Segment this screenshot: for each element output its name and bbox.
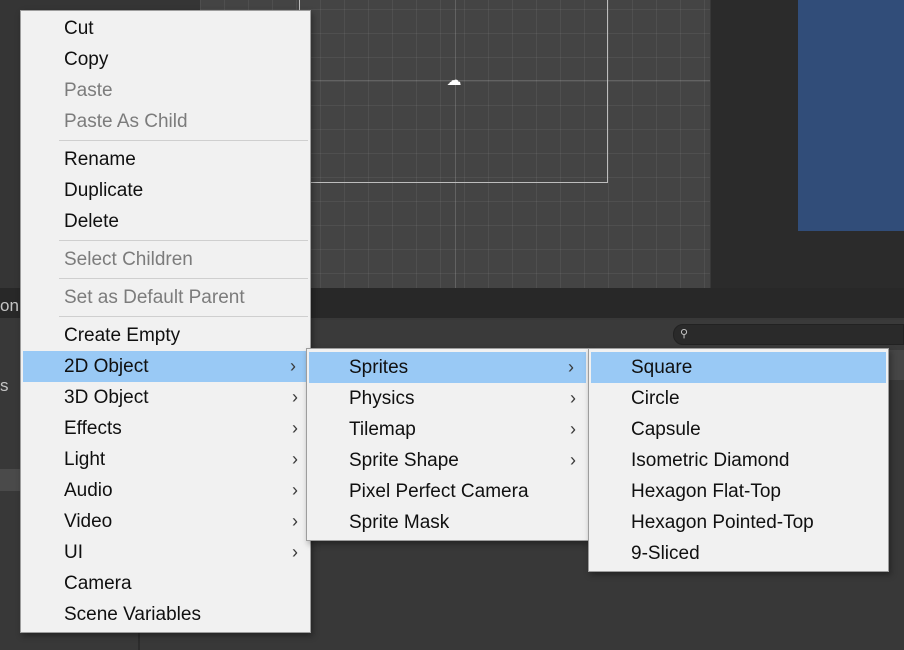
menu-item-label: Sprites bbox=[349, 357, 409, 378]
camera-gizmo-icon[interactable]: ☁ bbox=[446, 73, 462, 89]
menu-separator bbox=[21, 275, 310, 282]
menu-item-rename[interactable]: Rename bbox=[21, 144, 310, 175]
menu-item-camera[interactable]: Camera bbox=[21, 568, 310, 599]
chevron-right-icon: › bbox=[292, 542, 298, 562]
sprites-submenu: Square Circle Capsule Isometric Diamond … bbox=[588, 348, 889, 572]
menu-item-label: Light bbox=[64, 449, 106, 470]
menu-item-select-children: Select Children bbox=[21, 244, 310, 275]
menu-item-label: UI bbox=[64, 542, 83, 563]
menu-item-label: Effects bbox=[64, 418, 122, 439]
menu-item-square[interactable]: Square bbox=[591, 352, 886, 383]
menu-item-sprite-mask[interactable]: Sprite Mask bbox=[307, 507, 588, 538]
menu-item-label: Hexagon Flat-Top bbox=[631, 481, 781, 502]
project-left-row[interactable] bbox=[0, 469, 20, 491]
menu-item-video[interactable]: Video › bbox=[21, 506, 310, 537]
menu-item-hexagon-flat-top[interactable]: Hexagon Flat-Top bbox=[589, 476, 888, 507]
project-left-label[interactable]: s bbox=[0, 376, 9, 396]
menu-item-label: Pixel Perfect Camera bbox=[349, 481, 529, 502]
menu-item-hexagon-pointed-top[interactable]: Hexagon Pointed-Top bbox=[589, 507, 888, 538]
menu-item-capsule[interactable]: Capsule bbox=[589, 414, 888, 445]
menu-item-delete[interactable]: Delete bbox=[21, 206, 310, 237]
menu-item-create-empty[interactable]: Create Empty bbox=[21, 320, 310, 351]
menu-item-label: 3D Object bbox=[64, 387, 149, 408]
panel-tab-label[interactable]: on bbox=[0, 296, 19, 316]
menu-item-label: Sprite Shape bbox=[349, 450, 459, 471]
project-header bbox=[888, 350, 904, 380]
hierarchy-context-menu: Cut Copy Paste Paste As Child Rename Dup… bbox=[20, 10, 311, 633]
menu-item-label: Capsule bbox=[631, 419, 701, 440]
menu-item-label: Physics bbox=[349, 388, 415, 409]
chevron-right-icon: › bbox=[292, 449, 298, 469]
menu-item-label: Rename bbox=[64, 149, 136, 170]
menu-item-9-sliced[interactable]: 9-Sliced bbox=[589, 538, 888, 569]
menu-separator bbox=[21, 137, 310, 144]
menu-item-ui[interactable]: UI › bbox=[21, 537, 310, 568]
chevron-right-icon: › bbox=[292, 387, 298, 407]
menu-item-effects[interactable]: Effects › bbox=[21, 413, 310, 444]
menu-item-label: Camera bbox=[64, 573, 132, 594]
menu-item-label: Copy bbox=[64, 49, 109, 70]
menu-item-circle[interactable]: Circle bbox=[589, 383, 888, 414]
menu-item-audio[interactable]: Audio › bbox=[21, 475, 310, 506]
2d-object-submenu: Sprites › Physics › Tilemap › Sprite Shape ›… bbox=[306, 348, 589, 541]
menu-item-label: Create Empty bbox=[64, 325, 181, 346]
menu-item-cut[interactable]: Cut bbox=[21, 13, 310, 44]
menu-item-sprites[interactable]: Sprites › bbox=[309, 352, 586, 383]
search-icon: ⚲ bbox=[680, 328, 689, 340]
menu-item-pixel-perfect-camera[interactable]: Pixel Perfect Camera bbox=[307, 476, 588, 507]
menu-item-paste-as-child: Paste As Child bbox=[21, 106, 310, 137]
chevron-right-icon: › bbox=[292, 480, 298, 500]
chevron-right-icon: › bbox=[292, 511, 298, 531]
menu-item-copy[interactable]: Copy bbox=[21, 44, 310, 75]
menu-item-label: Delete bbox=[64, 211, 119, 232]
chevron-right-icon: › bbox=[290, 356, 296, 376]
camera-frame bbox=[299, 0, 608, 183]
menu-item-label: Set as Default Parent bbox=[64, 287, 245, 308]
chevron-right-icon: › bbox=[568, 357, 574, 377]
menu-separator bbox=[21, 237, 310, 244]
menu-separator bbox=[21, 313, 310, 320]
menu-item-label: Cut bbox=[64, 18, 94, 39]
menu-item-label: Select Children bbox=[64, 249, 193, 270]
menu-item-3d-object[interactable]: 3D Object › bbox=[21, 382, 310, 413]
menu-item-label: Hexagon Pointed-Top bbox=[631, 512, 814, 533]
menu-item-label: Isometric Diamond bbox=[631, 450, 790, 471]
menu-item-paste: Paste bbox=[21, 75, 310, 106]
game-view-preview bbox=[798, 0, 904, 231]
menu-item-isometric-diamond[interactable]: Isometric Diamond bbox=[589, 445, 888, 476]
menu-item-label: Square bbox=[631, 357, 693, 378]
menu-item-label: 9-Sliced bbox=[631, 543, 700, 564]
menu-item-label: Audio bbox=[64, 480, 113, 501]
menu-item-label: Paste As Child bbox=[64, 111, 188, 132]
chevron-right-icon: › bbox=[570, 450, 576, 470]
menu-item-scene-variables[interactable]: Scene Variables bbox=[21, 599, 310, 630]
menu-item-label: Sprite Mask bbox=[349, 512, 450, 533]
chevron-right-icon: › bbox=[570, 419, 576, 439]
menu-item-2d-object[interactable]: 2D Object › bbox=[23, 351, 308, 382]
menu-item-physics[interactable]: Physics › bbox=[307, 383, 588, 414]
menu-item-light[interactable]: Light › bbox=[21, 444, 310, 475]
menu-item-tilemap[interactable]: Tilemap › bbox=[307, 414, 588, 445]
menu-item-label: Duplicate bbox=[64, 180, 144, 201]
menu-item-label: Paste bbox=[64, 80, 113, 101]
menu-item-label: 2D Object bbox=[64, 356, 149, 377]
menu-item-sprite-shape[interactable]: Sprite Shape › bbox=[307, 445, 588, 476]
menu-item-label: Scene Variables bbox=[64, 604, 201, 625]
search-input[interactable]: ⚲ bbox=[673, 324, 904, 345]
menu-item-label: Circle bbox=[631, 388, 680, 409]
menu-item-set-default-parent: Set as Default Parent bbox=[21, 282, 310, 313]
menu-item-label: Tilemap bbox=[349, 419, 416, 440]
chevron-right-icon: › bbox=[292, 418, 298, 438]
menu-item-label: Video bbox=[64, 511, 113, 532]
chevron-right-icon: › bbox=[570, 388, 576, 408]
menu-item-duplicate[interactable]: Duplicate bbox=[21, 175, 310, 206]
